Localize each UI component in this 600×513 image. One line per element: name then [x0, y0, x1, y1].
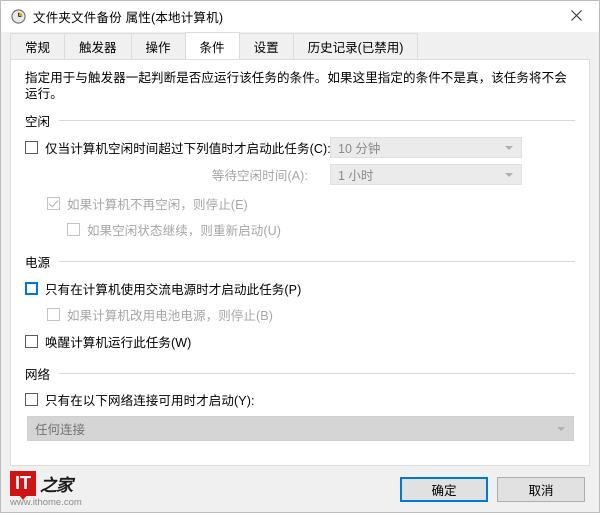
- wake-to-run-label: 唤醒计算机运行此任务(W): [45, 336, 192, 350]
- power-group-label: 电源: [25, 256, 51, 270]
- checkbox-box: [47, 308, 60, 321]
- network-connection-combo[interactable]: 任何连接: [27, 416, 574, 441]
- start-only-if-network-checkbox[interactable]: 只有在以下网络连接可用时才启动(Y):: [25, 390, 255, 409]
- restart-if-idle-resumes-label: 如果空闲状态继续，则重新启动(U): [87, 224, 282, 238]
- stop-if-no-longer-idle-checkbox[interactable]: 如果计算机不再空闲，则停止(E): [47, 194, 248, 213]
- checkbox-box: [47, 197, 60, 210]
- network-group-label: 网络: [25, 368, 51, 382]
- ac-power-only-row: 只有在计算机使用交流电源时才启动此任务(P): [25, 279, 575, 298]
- idle-group-label: 空闲: [25, 115, 51, 129]
- divider: [59, 373, 575, 374]
- checkbox-box: [25, 282, 38, 295]
- wake-to-run-checkbox[interactable]: 唤醒计算机运行此任务(W): [25, 332, 191, 351]
- stop-on-battery-row: 如果计算机改用电池电源，则停止(B): [25, 305, 575, 324]
- window-title: 文件夹文件备份 属性(本地计算机): [33, 10, 224, 25]
- cancel-button[interactable]: 取消: [497, 476, 585, 502]
- tab-label: 操作: [145, 41, 171, 55]
- stop-if-no-longer-idle-label: 如果计算机不再空闲，则停止(E): [67, 198, 248, 212]
- power-group: 电源 只有在计算机使用交流电源时才启动此任务(P) 如果计算机改用电池电源，则停…: [25, 252, 575, 351]
- checkbox-box: [67, 223, 80, 236]
- tab-conditions[interactable]: 条件: [184, 32, 240, 59]
- cancel-button-label: 取消: [528, 483, 554, 498]
- ac-power-only-checkbox[interactable]: 只有在计算机使用交流电源时才启动此任务(P): [25, 279, 301, 298]
- chevron-down-icon: [557, 426, 565, 431]
- wait-for-idle-row: 等待空闲时间(A): 1 小时: [25, 164, 575, 185]
- start-only-if-network-label: 只有在以下网络连接可用时才启动(Y):: [45, 394, 255, 408]
- power-group-header: 电源: [25, 252, 575, 271]
- chevron-down-icon: [505, 172, 513, 177]
- tab-triggers[interactable]: 触发器: [64, 33, 132, 59]
- watermark-url: www.ithome.com: [10, 497, 82, 508]
- network-group: 网络 只有在以下网络连接可用时才启动(Y): 任何连接: [25, 364, 575, 441]
- tab-label: 触发器: [79, 41, 117, 55]
- tab-general[interactable]: 常规: [10, 33, 66, 59]
- watermark: IT 之家 www.ithome.com: [10, 470, 130, 508]
- task-properties-dialog: 文件夹文件备份 属性(本地计算机) 常规 触发器 操作 条件 设置 历史记录(已…: [0, 0, 600, 513]
- stop-on-battery-label: 如果计算机改用电池电源，则停止(B): [67, 309, 273, 323]
- start-only-if-idle-checkbox[interactable]: 仅当计算机空闲时间超过下列值时才启动此任务(C):: [25, 138, 331, 157]
- conditions-description: 指定用于与触发器一起判断是否应运行该任务的条件。如果这里指定的条件不是真，该任务…: [25, 71, 567, 101]
- chevron-down-icon: [505, 145, 513, 150]
- divider: [59, 261, 575, 262]
- wait-for-idle-combo[interactable]: 1 小时: [330, 164, 522, 185]
- checkbox-box: [25, 393, 38, 406]
- divider: [59, 120, 575, 121]
- network-required-row: 只有在以下网络连接可用时才启动(Y):: [25, 390, 575, 409]
- clock-icon: [10, 8, 26, 24]
- restart-if-idle-resumes-checkbox[interactable]: 如果空闲状态继续，则重新启动(U): [67, 220, 281, 239]
- ok-button-label: 确定: [431, 483, 457, 498]
- checkbox-box: [25, 335, 38, 348]
- wake-to-run-row: 唤醒计算机运行此任务(W): [25, 332, 575, 351]
- tab-strip: 常规 触发器 操作 条件 设置 历史记录(已禁用): [1, 32, 599, 59]
- tab-actions[interactable]: 操作: [130, 33, 186, 59]
- tab-label: 历史记录(已禁用): [307, 41, 404, 55]
- stop-if-no-longer-idle-row: 如果计算机不再空闲，则停止(E): [25, 194, 575, 213]
- ithome-logo-mark: IT: [10, 470, 36, 500]
- tab-label: 条件: [199, 40, 225, 55]
- wait-for-idle-label: 等待空闲时间(A):: [211, 169, 308, 183]
- idle-duration-combo[interactable]: 10 分钟: [330, 137, 522, 158]
- start-only-if-idle-label: 仅当计算机空闲时间超过下列值时才启动此任务(C):: [45, 142, 331, 156]
- network-connection-value: 任何连接: [35, 423, 86, 437]
- ithome-logo: IT 之家: [10, 470, 130, 500]
- stop-on-battery-checkbox[interactable]: 如果计算机改用电池电源，则停止(B): [47, 305, 273, 324]
- wait-for-idle-value: 1 小时: [338, 169, 374, 183]
- tab-label: 设置: [253, 41, 279, 55]
- network-connection-row: 任何连接: [25, 416, 575, 441]
- close-icon[interactable]: [553, 1, 599, 30]
- idle-start-row: 仅当计算机空闲时间超过下列值时才启动此任务(C): 10 分钟: [25, 137, 575, 158]
- checkbox-box: [25, 141, 38, 154]
- tab-settings[interactable]: 设置: [238, 33, 294, 59]
- restart-if-idle-resumes-row: 如果空闲状态继续，则重新启动(U): [25, 220, 575, 239]
- network-group-header: 网络: [25, 364, 575, 383]
- tab-history[interactable]: 历史记录(已禁用): [292, 33, 419, 59]
- tab-label: 常规: [25, 41, 51, 55]
- conditions-panel: 指定用于与触发器一起判断是否应运行该任务的条件。如果这里指定的条件不是真，该任务…: [10, 59, 590, 466]
- ac-power-only-label: 只有在计算机使用交流电源时才启动此任务(P): [45, 283, 302, 297]
- title-bar: 文件夹文件备份 属性(本地计算机): [1, 1, 599, 32]
- idle-group: 空闲 仅当计算机空闲时间超过下列值时才启动此任务(C): 10 分钟 等待空闲时…: [25, 111, 575, 239]
- ithome-logo-cn: 之家: [40, 475, 73, 496]
- idle-duration-value: 10 分钟: [338, 142, 381, 156]
- idle-group-header: 空闲: [25, 111, 575, 130]
- ok-button[interactable]: 确定: [400, 476, 488, 502]
- dialog-footer: IT 之家 www.ithome.com 确定 取消: [1, 466, 599, 512]
